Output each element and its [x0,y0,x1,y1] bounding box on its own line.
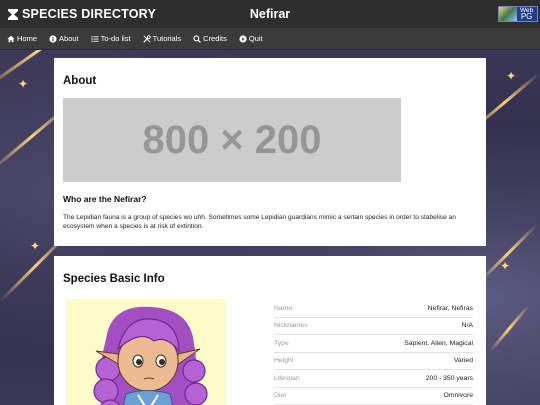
species-portrait [66,299,226,405]
row-label: Nicknames [274,322,308,330]
row-label: Type [274,339,289,347]
row-label: Diet [274,392,287,400]
nav-item-label: To-do list [100,34,131,43]
about-card: About 800 × 200 Who are the Nefirar? The… [54,58,486,246]
nav-item-label: Quit [248,34,263,43]
nav-item-tutorials[interactable]: Tutorials [142,34,182,43]
home-icon [7,35,15,42]
table-row: Name Nefirar, Nefiras [274,300,473,318]
row-value: N/A [461,322,473,330]
nav-item-label: Credits [203,34,227,43]
tools-icon [142,34,151,43]
character-illustration [66,299,226,405]
row-value: Sapient, Alien, Magical [404,339,473,347]
nav-item-credits[interactable]: Credits [193,34,227,43]
row-label: Name [274,304,293,312]
brand[interactable]: SPECIES DIRECTORY [8,7,156,21]
info-icon [49,34,57,43]
light-streak [488,304,530,353]
sparkle-icon: ✦ [30,239,41,253]
about-title: About [63,75,97,87]
nav-bar: Home About To-do list Tutorials Credits … [0,28,540,49]
row-value: Omnivore [443,392,473,400]
webpg-badge[interactable]: Web PG [498,6,538,22]
basic-info-card: Species Basic Info Name Nefirar, Nefiras… [54,256,486,405]
row-value: Varied [453,357,473,365]
nav-item-label: About [59,34,79,43]
badge-art [499,7,517,21]
table-row: Height Varied [274,353,473,370]
sparkle-icon: ✦ [506,69,517,83]
table-row: Diet Omnivore [274,388,473,405]
sparkle-icon: ✦ [18,77,29,91]
row-value: 200 - 350 years [425,374,473,382]
about-subheading: Who are the Nefirar? [63,194,147,204]
row-label: Lifespan [274,374,300,382]
nav-item-home[interactable]: Home [7,34,37,43]
nav-item-label: Home [17,34,38,43]
top-bar: SPECIES DIRECTORY Nefirar Web PG [0,0,540,28]
badge-text: Web PG [517,7,533,21]
about-description: The Lepidian fauna is a group of species… [63,214,456,230]
sparkle-icon: ✦ [500,259,511,273]
table-row: Lifespan 200 - 350 years [274,370,473,388]
nav-item-label: Tutorials [152,34,182,43]
search-icon [193,34,202,43]
nav-item-about[interactable]: About [49,34,79,43]
hourglass-icon [8,8,18,20]
image-placeholder: 800 × 200 [63,98,401,182]
species-info-table: Name Nefirar, Nefiras Nicknames N/A Type… [274,300,473,405]
light-streak [478,223,538,283]
table-row: Nicknames N/A [274,318,473,335]
nav-item-quit[interactable]: Quit [239,34,263,43]
basic-info-title: Species Basic Info [63,273,165,285]
row-value: Nefirar, Nefiras [427,304,473,312]
row-label: Height [274,357,294,365]
table-row: Type Sapient, Alien, Magical [274,335,473,353]
badge-line2: PG [520,12,533,21]
power-icon [239,34,247,43]
list-icon [91,35,99,42]
brand-title: SPECIES DIRECTORY [22,7,156,21]
nav-item-todo[interactable]: To-do list [91,34,131,43]
